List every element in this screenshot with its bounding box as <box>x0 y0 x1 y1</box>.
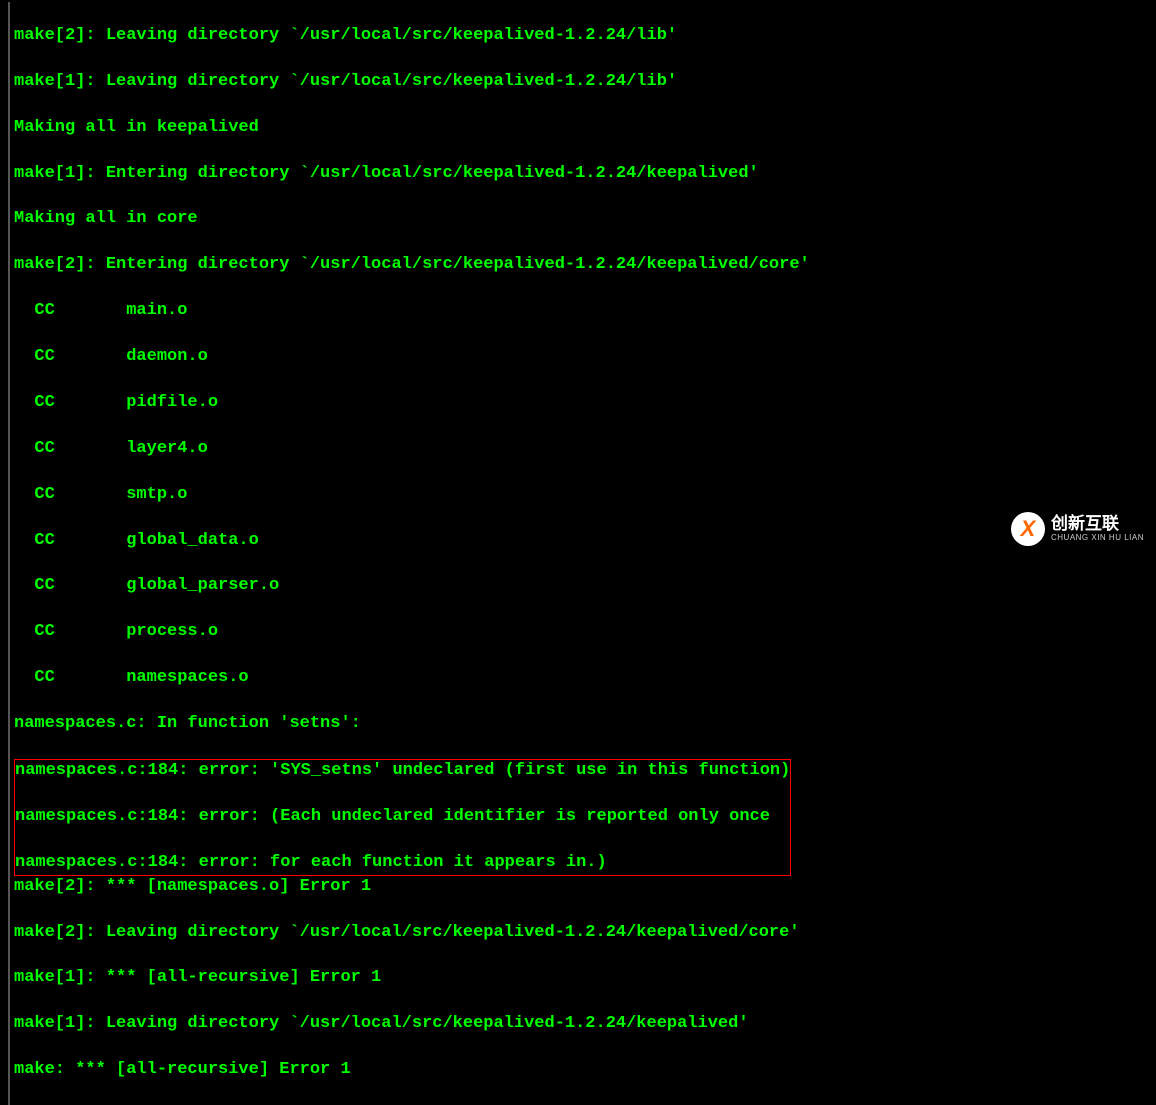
terminal-line: CC global_parser.o <box>14 575 1156 598</box>
terminal-line: make[2]: Leaving directory `/usr/local/s… <box>14 922 1156 945</box>
terminal-line: make[1]: Leaving directory `/usr/local/s… <box>14 71 1156 94</box>
watermark: X 创新互联 CHUANG XIN HU LIAN <box>1011 512 1144 546</box>
terminal-error-line: namespaces.c:184: error: 'SYS_setns' und… <box>15 760 790 783</box>
terminal-line: CC layer4.o <box>14 438 1156 461</box>
watermark-en-text: CHUANG XIN HU LIAN <box>1051 534 1144 543</box>
terminal-line: make[1]: Leaving directory `/usr/local/s… <box>14 1013 1156 1036</box>
terminal-line: make[2]: Entering directory `/usr/local/… <box>14 254 1156 277</box>
terminal-line: Making all in core <box>14 208 1156 231</box>
terminal-error-line: namespaces.c:184: error: (Each undeclare… <box>15 806 790 829</box>
terminal-line: CC process.o <box>14 621 1156 644</box>
error-highlight-box: namespaces.c:184: error: 'SYS_setns' und… <box>14 759 791 876</box>
watermark-cn-text: 创新互联 <box>1051 515 1144 534</box>
terminal-line: CC namespaces.o <box>14 667 1156 690</box>
watermark-logo-icon: X <box>1011 512 1045 546</box>
terminal-line: CC pidfile.o <box>14 392 1156 415</box>
watermark-text: 创新互联 CHUANG XIN HU LIAN <box>1051 515 1144 542</box>
terminal-line: namespaces.c: In function 'setns': <box>14 713 1156 736</box>
terminal-line: make[2]: Leaving directory `/usr/local/s… <box>14 25 1156 48</box>
terminal-line: make[1]: *** [all-recursive] Error 1 <box>14 967 1156 990</box>
terminal-line: CC global_data.o <box>14 530 1156 553</box>
terminal-line: CC daemon.o <box>14 346 1156 369</box>
terminal-line: CC main.o <box>14 300 1156 323</box>
terminal-line: make[2]: *** [namespaces.o] Error 1 <box>14 876 1156 899</box>
terminal-error-line: namespaces.c:184: error: for each functi… <box>15 852 790 875</box>
terminal-line: make[1]: Entering directory `/usr/local/… <box>14 163 1156 186</box>
terminal-output[interactable]: make[2]: Leaving directory `/usr/local/s… <box>8 2 1156 1105</box>
watermark-logo-letter: X <box>1021 518 1036 540</box>
terminal-line: Making all in keepalived <box>14 117 1156 140</box>
terminal-line: make: *** [all-recursive] Error 1 <box>14 1059 1156 1082</box>
terminal-line: CC smtp.o <box>14 484 1156 507</box>
